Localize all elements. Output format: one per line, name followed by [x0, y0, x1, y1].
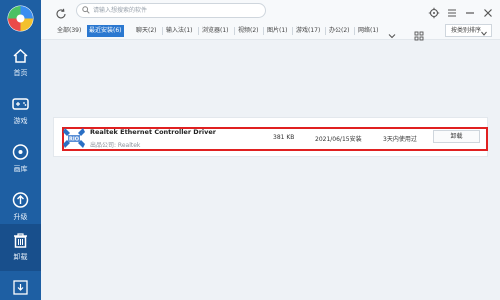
- app-name: Realtek Ethernet Controller Driver: [90, 128, 216, 136]
- tab-divider: [354, 27, 355, 35]
- sidebar-item-games[interactable]: 游戏: [0, 88, 41, 134]
- chevron-down-icon[interactable]: [387, 26, 397, 39]
- search-icon: [82, 6, 90, 14]
- grid-view-icon[interactable]: [414, 26, 424, 41]
- refresh-icon[interactable]: [55, 5, 67, 19]
- trash-icon: [0, 228, 41, 252]
- tab-recent[interactable]: 最近安装(6): [87, 25, 124, 37]
- minimize-icon[interactable]: [464, 4, 476, 16]
- app-install-date: 2021/06/15安装: [315, 136, 362, 143]
- tab-divider: [234, 27, 235, 35]
- sort-dropdown[interactable]: 按类别排序: [445, 24, 492, 37]
- tab-divider: [292, 27, 293, 35]
- search-box[interactable]: [76, 3, 266, 18]
- sidebar-item-label: 游戏: [13, 117, 28, 125]
- tab-divider: [325, 27, 326, 35]
- sidebar: 首页 游戏 画库 升级 卸载: [0, 0, 41, 300]
- tab-office[interactable]: 办公(2): [327, 25, 352, 37]
- sidebar-item-uninstall[interactable]: 卸载: [0, 224, 41, 271]
- app-last-used: 3天内使用过: [383, 136, 417, 143]
- sidebar-item-label: 升级: [13, 213, 28, 221]
- download-button[interactable]: [0, 276, 41, 300]
- app-publisher: 出品公司: Realtek: [90, 142, 141, 149]
- tab-divider: [263, 27, 264, 35]
- gamepad-icon: [0, 92, 41, 116]
- menu-icon[interactable]: [446, 4, 458, 17]
- network-driver-icon: RIO: [62, 126, 86, 150]
- download-icon: [0, 280, 41, 300]
- tab-image[interactable]: 图片(1): [265, 25, 290, 37]
- tab-chat[interactable]: 聊天(2): [134, 25, 159, 37]
- close-icon[interactable]: [482, 4, 494, 17]
- home-icon: [0, 44, 41, 68]
- tab-network[interactable]: 网络(1): [356, 25, 381, 37]
- category-tabs: 全部(39) 最近安装(6) 聊天(2) 输入法(1) 浏览器(1) 视频(2)…: [41, 22, 500, 41]
- chevron-down-icon: [481, 29, 487, 40]
- sidebar-item-home[interactable]: 首页: [0, 40, 41, 86]
- disc-icon: [0, 140, 41, 164]
- sort-label: 按类别排序: [451, 27, 482, 34]
- tab-divider: [162, 27, 163, 35]
- sidebar-item-label: 画库: [13, 165, 28, 173]
- app-logo: [7, 5, 34, 32]
- tab-video[interactable]: 视频(2): [236, 25, 261, 37]
- svg-text:RIO: RIO: [69, 137, 79, 143]
- sidebar-item-label: 卸载: [13, 253, 28, 261]
- tab-divider: [198, 27, 199, 35]
- tab-all[interactable]: 全部(39): [55, 25, 83, 37]
- settings-icon[interactable]: [428, 4, 440, 19]
- tab-games[interactable]: 游戏(17): [294, 25, 322, 37]
- upgrade-icon: [0, 188, 41, 212]
- uninstall-button[interactable]: 卸载: [433, 130, 480, 143]
- tab-browser[interactable]: 浏览器(1): [200, 25, 231, 37]
- sidebar-item-library[interactable]: 画库: [0, 136, 41, 182]
- tab-input-method[interactable]: 输入法(1): [164, 25, 195, 37]
- app-size: 381 KB: [273, 134, 295, 141]
- search-input[interactable]: [93, 5, 261, 16]
- top-bar: [41, 0, 500, 22]
- sidebar-item-label: 首页: [13, 69, 28, 77]
